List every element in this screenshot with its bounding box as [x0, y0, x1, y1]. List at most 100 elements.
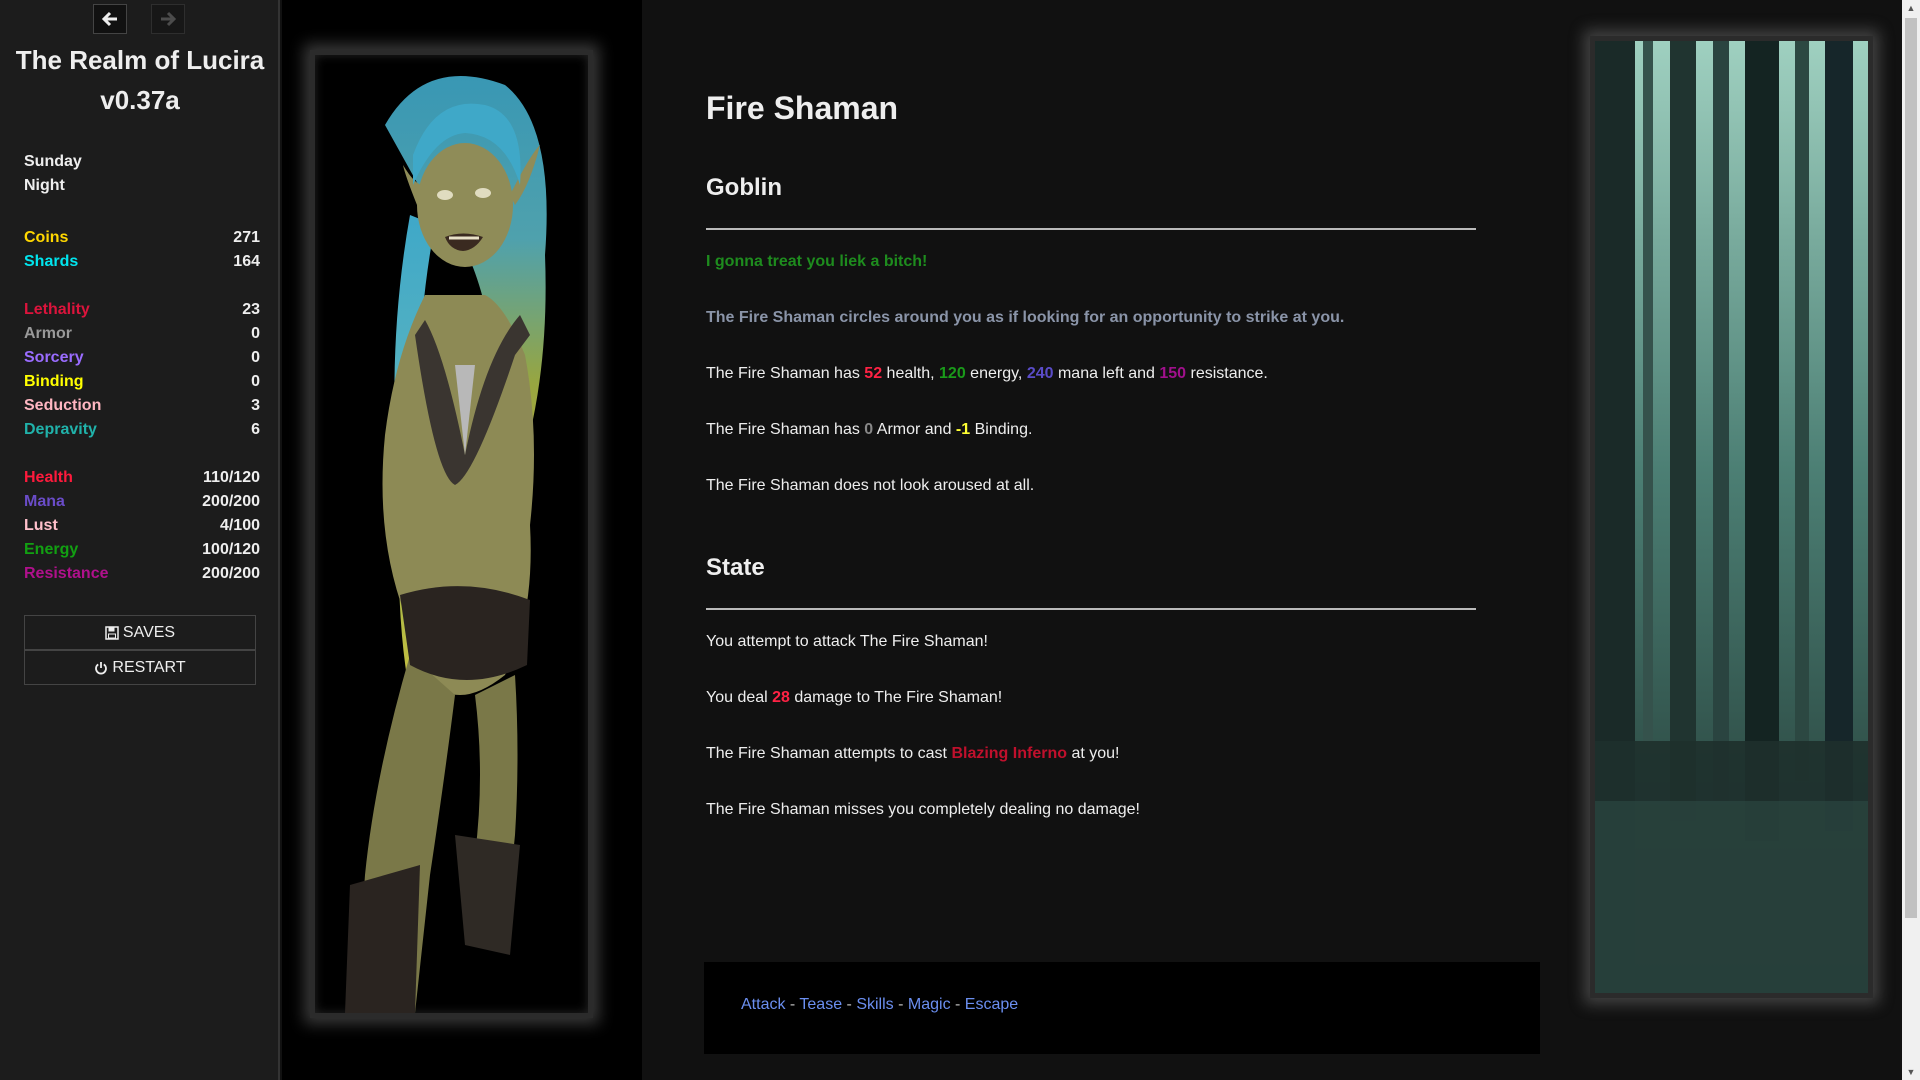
stat-binding: Binding 0 [24, 370, 260, 394]
enemy-resistance-value: 150 [1159, 365, 1187, 382]
enemy-portrait [310, 50, 593, 1018]
separator: - [950, 996, 965, 1013]
stat-value: 0 [251, 349, 260, 366]
power-icon [95, 661, 108, 674]
separator: - [785, 996, 800, 1013]
log-text: damage to The Fire Shaman! [789, 689, 1003, 706]
combat-log-miss: The Fire Shaman misses you completely de… [706, 801, 1140, 818]
stat-value: 6 [251, 421, 260, 438]
enemy-type-heading: Goblin [706, 174, 782, 201]
location-forest-image [1590, 36, 1873, 998]
history-back-button[interactable] [93, 4, 127, 34]
armor-text: Binding. [970, 421, 1033, 438]
stat-label: Health [24, 469, 73, 486]
stat-label: Binding [24, 373, 84, 390]
stat-depravity: Depravity 6 [24, 418, 260, 442]
escape-link[interactable]: Escape [965, 996, 1018, 1013]
page-scrollbar[interactable]: ▲ ▼ [1902, 0, 1920, 1080]
enemy-binding-value: -1 [955, 421, 971, 438]
combat-log-damage: You deal 28 damage to The Fire Shaman! [706, 689, 1002, 707]
enemy-taunt: I gonna treat you liek a bitch! [706, 253, 928, 270]
stat-value: 100/120 [202, 541, 260, 558]
stat-lethality: Lethality 23 [24, 298, 260, 322]
magic-link[interactable]: Magic [908, 996, 951, 1013]
stat-label: Depravity [24, 421, 97, 438]
stat-value: 200/200 [202, 565, 260, 582]
stat-resistance: Resistance 200/200 [24, 562, 260, 586]
attack-link[interactable]: Attack [741, 996, 785, 1013]
stat-label: Sorcery [24, 349, 84, 366]
armor-text: The Fire Shaman has [706, 421, 865, 438]
enemy-armor-value: 0 [864, 421, 874, 438]
stat-label: Lust [24, 517, 58, 534]
scroll-up-arrow-icon[interactable]: ▲ [1902, 0, 1920, 16]
stat-label: Seduction [24, 397, 102, 414]
stat-value: 200/200 [202, 493, 260, 510]
enemy-energy-value: 120 [939, 365, 966, 382]
saves-button[interactable]: SAVES [24, 615, 256, 650]
stat-label: Shards [24, 253, 79, 270]
day-label: Sunday [24, 153, 82, 170]
combat-actions: Attack - Tease - Skills - Magic - Escape [741, 996, 1018, 1014]
spell-name: Blazing Inferno [951, 745, 1067, 762]
stat-label: Coins [24, 229, 69, 246]
time-of-day-label: Night [24, 177, 65, 194]
stat-value: 110/120 [203, 469, 260, 486]
stat-value: 0 [251, 325, 260, 342]
stat-label: Resistance [24, 565, 109, 582]
stat-value: 23 [242, 301, 260, 318]
enemy-flavor-text: The Fire Shaman circles around you as if… [706, 309, 1345, 326]
stat-value: 3 [251, 397, 260, 414]
damage-value: 28 [772, 689, 790, 706]
stat-label: Armor [24, 325, 73, 342]
armor-text: Armor and [873, 421, 956, 438]
arrow-left-icon [101, 11, 117, 27]
stat-lust: Lust 4/100 [24, 514, 260, 538]
separator: - [842, 996, 857, 1013]
stat-value: 164 [233, 253, 260, 270]
enemy-armor-line: The Fire Shaman has 0 Armor and -1 Bindi… [706, 421, 1032, 439]
restart-button[interactable]: RESTART [24, 650, 256, 685]
combat-log-attempt: You attempt to attack The Fire Shaman! [706, 633, 988, 650]
enemy-health-value: 52 [864, 365, 883, 382]
stat-label: Mana [24, 493, 65, 510]
stat-value: 271 [233, 229, 260, 246]
stats-text: mana left and [1053, 365, 1160, 382]
stat-seduction: Seduction 3 [24, 394, 260, 418]
enemy-mana-value: 240 [1026, 365, 1054, 382]
stats-text: health, [882, 365, 940, 382]
stat-mana: Mana 200/200 [24, 490, 260, 514]
separator: - [893, 996, 908, 1013]
saves-label: SAVES [122, 623, 176, 641]
stat-energy: Energy 100/120 [24, 538, 260, 562]
skills-link[interactable]: Skills [856, 996, 893, 1013]
divider [706, 608, 1476, 610]
stat-label: Lethality [24, 301, 90, 318]
stat-armor: Armor 0 [24, 322, 260, 346]
enemy-stats-line: The Fire Shaman has 52 health, 120 energ… [706, 365, 1268, 383]
story-sidebar: The Realm of Lucira v0.37a Sunday Night … [0, 0, 280, 1080]
enemy-name-heading: Fire Shaman [706, 90, 899, 126]
scrollbar-thumb[interactable] [1905, 18, 1917, 918]
stat-coins: Coins 271 [24, 226, 260, 250]
tease-link[interactable]: Tease [799, 996, 842, 1013]
scroll-down-arrow-icon[interactable]: ▼ [1902, 1064, 1920, 1080]
stats-text: energy, [965, 365, 1027, 382]
story-title: The Realm of Lucira v0.37a [15, 45, 265, 115]
restart-label: RESTART [112, 658, 186, 676]
combat-log-cast: The Fire Shaman attempts to cast Blazing… [706, 745, 1119, 763]
log-text: You deal [706, 689, 773, 706]
stat-value: 4/100 [219, 517, 260, 534]
state-heading: State [706, 554, 765, 581]
divider [706, 228, 1476, 230]
stats-text: resistance. [1186, 365, 1268, 382]
history-forward-button[interactable] [151, 4, 185, 34]
stat-health: Health 110/120 [24, 466, 260, 490]
stat-shards: Shards 164 [24, 250, 260, 274]
floppy-disk-icon [105, 625, 119, 640]
enemy-arousal-line: The Fire Shaman does not look aroused at… [706, 477, 1035, 494]
stat-label: Energy [24, 541, 79, 558]
combat-actions-panel: Attack - Tease - Skills - Magic - Escape [704, 962, 1540, 1054]
log-text: The Fire Shaman attempts to cast [706, 745, 952, 762]
stat-value: 0 [251, 373, 260, 390]
